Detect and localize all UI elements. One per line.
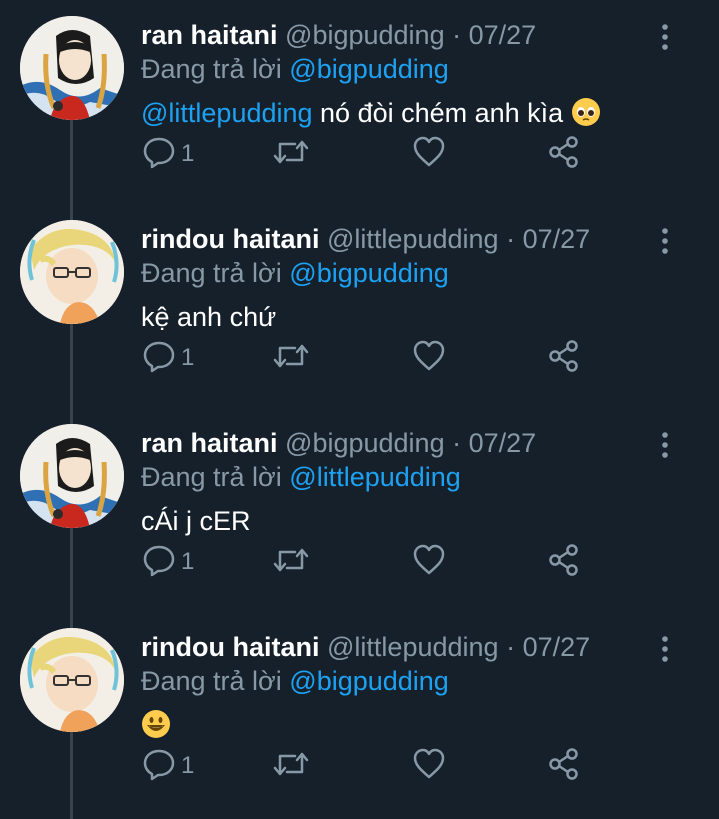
more-options-icon[interactable] xyxy=(655,226,675,256)
reply-icon xyxy=(143,341,175,373)
tweet-text: cÁi j cER xyxy=(141,503,251,539)
tweet-date[interactable]: 07/27 xyxy=(523,224,591,254)
avatar[interactable] xyxy=(20,424,124,528)
tweet-actions: 1 xyxy=(141,134,601,174)
reply-count: 1 xyxy=(181,344,195,371)
reply-button[interactable]: 1 xyxy=(141,134,211,174)
user-handle[interactable]: @littlepudding xyxy=(327,224,499,254)
tweet[interactable]: ran haitani @bigpudding · 07/27 Đang trả… xyxy=(0,408,719,612)
replying-to-label: Đang trả lời xyxy=(141,54,282,84)
replying-to-mention[interactable]: @bigpudding xyxy=(289,258,449,288)
share-icon xyxy=(549,544,578,576)
replying-to: Đang trả lời @littlepudding xyxy=(141,460,461,494)
tweet-text: kệ anh chứ xyxy=(141,299,276,335)
separator: · xyxy=(452,20,462,50)
retweet-button[interactable] xyxy=(271,134,311,174)
user-handle[interactable]: @bigpudding xyxy=(285,20,445,50)
replying-to-mention[interactable]: @bigpudding xyxy=(289,666,449,696)
display-name[interactable]: rindou haitani xyxy=(141,224,320,254)
retweet-icon xyxy=(273,344,309,368)
avatar[interactable] xyxy=(20,16,124,120)
like-button[interactable] xyxy=(411,338,451,378)
share-button[interactable] xyxy=(546,134,586,174)
retweet-icon xyxy=(273,140,309,164)
retweet-icon xyxy=(273,548,309,572)
retweet-button[interactable] xyxy=(271,338,311,378)
tweet-text: @littlepudding nó đòi chém anh kìa xyxy=(141,95,601,131)
heart-icon xyxy=(413,136,445,167)
pleading-face-emoji xyxy=(571,98,600,126)
tweet-date[interactable]: 07/27 xyxy=(523,632,591,662)
replying-to-label: Đang trả lời xyxy=(141,258,282,288)
replying-to: Đang trả lời @bigpudding xyxy=(141,664,449,698)
tweet-date[interactable]: 07/27 xyxy=(469,20,537,50)
tweet-body: nó đòi chém anh kìa xyxy=(312,98,571,128)
tweet-body: cÁi j cER xyxy=(141,506,251,536)
like-button[interactable] xyxy=(411,746,451,786)
replying-to-label: Đang trả lời xyxy=(141,666,282,696)
reply-button[interactable]: 1 xyxy=(141,746,211,786)
reply-count: 1 xyxy=(181,548,195,575)
tweet-header: ran haitani @bigpudding · 07/27 xyxy=(141,426,536,460)
tweet-actions: 1 xyxy=(141,542,601,582)
tweet-header: ran haitani @bigpudding · 07/27 xyxy=(141,18,536,52)
replying-to-label: Đang trả lời xyxy=(141,462,282,492)
tweet-actions: 1 xyxy=(141,338,601,378)
tweet[interactable]: rindou haitani @littlepudding · 07/27 Đa… xyxy=(0,204,719,408)
avatar[interactable] xyxy=(20,628,124,732)
heart-icon xyxy=(413,340,445,371)
replying-to-mention[interactable]: @littlepudding xyxy=(289,462,461,492)
replying-to: Đang trả lời @bigpudding xyxy=(141,256,449,290)
like-button[interactable] xyxy=(411,134,451,174)
grinning-face-emoji xyxy=(142,710,170,738)
more-options-icon[interactable] xyxy=(655,634,675,664)
tweet-actions: 1 xyxy=(141,746,601,786)
reply-icon xyxy=(143,137,175,169)
heart-icon xyxy=(413,748,445,779)
retweet-button[interactable] xyxy=(271,746,311,786)
more-options-icon[interactable] xyxy=(655,430,675,460)
display-name[interactable]: rindou haitani xyxy=(141,632,320,662)
share-icon xyxy=(549,136,578,168)
tweet-header: rindou haitani @littlepudding · 07/27 xyxy=(141,222,590,256)
share-icon xyxy=(549,748,578,780)
reply-button[interactable]: 1 xyxy=(141,542,211,582)
replying-to-mention[interactable]: @bigpudding xyxy=(289,54,449,84)
retweet-button[interactable] xyxy=(271,542,311,582)
replying-to: Đang trả lời @bigpudding xyxy=(141,52,449,86)
reply-button[interactable]: 1 xyxy=(141,338,211,378)
separator: · xyxy=(506,632,516,662)
separator: · xyxy=(452,428,462,458)
share-button[interactable] xyxy=(546,542,586,582)
reply-count: 1 xyxy=(181,140,195,167)
tweet[interactable]: rindou haitani @littlepudding · 07/27 Đa… xyxy=(0,612,719,816)
heart-icon xyxy=(413,544,445,575)
like-button[interactable] xyxy=(411,542,451,582)
tweet-date[interactable]: 07/27 xyxy=(469,428,537,458)
display-name[interactable]: ran haitani xyxy=(141,428,278,458)
share-icon xyxy=(549,340,578,372)
user-handle[interactable]: @littlepudding xyxy=(327,632,499,662)
tweet-body: kệ anh chứ xyxy=(141,302,277,332)
tweet-header: rindou haitani @littlepudding · 07/27 xyxy=(141,630,590,664)
reply-icon xyxy=(143,545,175,577)
display-name[interactable]: ran haitani xyxy=(141,20,278,50)
user-handle[interactable]: @bigpudding xyxy=(285,428,445,458)
retweet-icon xyxy=(273,752,309,776)
separator: · xyxy=(506,224,516,254)
share-button[interactable] xyxy=(546,338,586,378)
reply-count: 1 xyxy=(181,752,195,779)
tweet[interactable]: ran haitani @bigpudding · 07/27 Đang trả… xyxy=(0,0,719,204)
reply-icon xyxy=(143,749,175,781)
avatar[interactable] xyxy=(20,220,124,324)
share-button[interactable] xyxy=(546,746,586,786)
more-options-icon[interactable] xyxy=(655,22,675,52)
mention-link[interactable]: @littlepudding xyxy=(141,98,313,128)
tweet-text xyxy=(141,707,171,743)
